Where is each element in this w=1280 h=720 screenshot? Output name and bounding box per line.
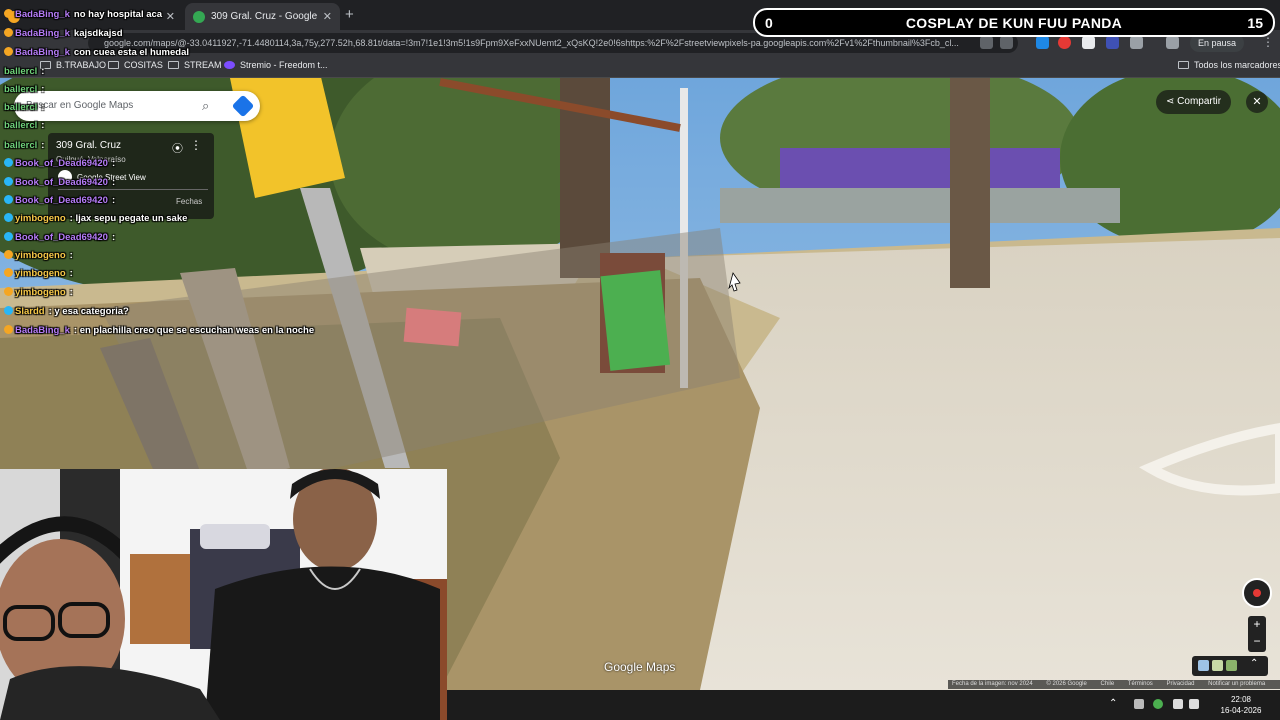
street-view-place-card: 309 Gral. Cruz Quilpué, Valparaíso ⦿ ⋮ G… [48,133,214,219]
tab-title: 309 Gral. Cruz - Google Maps [211,11,319,22]
extension-icon[interactable] [1058,36,1071,49]
tab-close-icon[interactable]: ✕ [323,10,332,23]
bookmark-item[interactable]: B.TRABAJO [40,60,106,70]
extension-icon[interactable] [1036,36,1049,49]
place-name: 309 Gral. Cruz [56,140,122,151]
windows-taskbar: ⌃ [447,690,1280,720]
folder-icon [1178,61,1189,69]
tray-app-icon[interactable] [1134,699,1144,709]
compass-icon[interactable] [1242,578,1272,608]
new-tab-button[interactable]: + [345,6,354,23]
bookmarks-bar: B.TRABAJO COSITAS STREAM Stremio - Freed… [0,56,1280,78]
share-icon: ⋖ [1166,96,1178,107]
terms-link[interactable]: Términos [1128,681,1153,687]
maps-search-input[interactable]: Buscar en Google Maps ⌕ [14,91,260,121]
downloads-icon[interactable] [1166,36,1179,49]
expand-icon[interactable]: ⌃ [1250,658,1258,669]
tab-favicon-icon [8,10,20,23]
network-icon[interactable] [1173,699,1183,709]
extension-icon[interactable] [1106,36,1119,49]
taskbar-clock[interactable]: 22:08 16-04-2026 [1206,694,1276,716]
bookmark-star-icon[interactable] [1000,36,1013,49]
screen: { "browser": { "tabs": [ {"title": "", "… [0,0,1280,720]
map-thumbnail-icon[interactable] [1226,660,1237,671]
browser-tab-active[interactable]: 309 Gral. Cruz - Google Maps ✕ [185,3,340,30]
banner-right-value: 15 [1247,15,1263,31]
bookmark-item[interactable]: Stremio - Freedom t... [224,60,328,70]
folder-icon [168,61,179,69]
report-problem-link[interactable]: Notificar un problema [1208,681,1265,687]
directions-icon[interactable] [231,94,255,118]
search-placeholder: Buscar en Google Maps [26,100,134,111]
folder-icon [40,61,51,69]
bookmark-item[interactable]: STREAM [168,60,222,70]
map-thumbnail-icon[interactable] [1198,660,1209,671]
street-view-source: Google Street View [58,170,146,184]
webcam-image [0,469,447,720]
browser-tab[interactable]: ✕ [0,3,183,30]
search-icon[interactable]: ⌕ [202,91,209,121]
location-pin-icon[interactable]: ⦿ [172,140,183,156]
divider [58,189,208,190]
webcam-feed [0,469,447,720]
microphone-icon[interactable] [1153,699,1163,709]
share-button[interactable]: ⋖ Compartir [1156,90,1232,114]
country-link[interactable]: Chile [1101,681,1115,687]
extensions-puzzle-icon[interactable] [1130,36,1143,49]
privacy-link[interactable]: Privacidad [1166,681,1194,687]
clock-time: 22:08 [1230,695,1252,704]
banner-title: COSPLAY DE KUN FUU PANDA [905,15,1123,31]
zoom-out-button[interactable]: − [1248,633,1266,650]
volume-icon[interactable] [1189,699,1199,709]
folder-icon [108,61,119,69]
clock-date: 16-04-2026 [1220,706,1262,715]
zoom-control: + − [1248,616,1266,652]
stremio-icon [224,61,235,69]
browser-menu-icon[interactable]: ⋮ [1262,35,1274,49]
extension-icon[interactable] [1082,36,1095,49]
tray-chevron-icon[interactable]: ⌃ [1109,698,1117,709]
close-street-view-button[interactable]: ✕ [1246,91,1268,113]
google-maps-watermark: Google Maps [604,660,676,674]
map-thumbnail-icon[interactable] [1212,660,1223,671]
stream-title-banner: 0 COSPLAY DE KUN FUU PANDA 15 [753,8,1275,37]
place-locality: Quilpué, Valparaíso [56,155,126,164]
maps-favicon-icon [193,10,205,23]
zoom-in-button[interactable]: + [1248,616,1266,633]
bookmark-item[interactable]: COSITAS [108,60,163,70]
share-page-icon[interactable] [980,36,993,49]
google-logo-icon [58,170,72,184]
attribution-bar: Fecha de la imagen: nov 2024 © 2026 Goog… [948,680,1280,689]
tab-close-icon[interactable]: ✕ [166,10,175,23]
more-options-icon[interactable]: ⋮ [190,138,202,152]
compass-needle [1253,589,1261,597]
layers-control[interactable]: ⌃ [1192,656,1268,676]
all-bookmarks[interactable]: Todos los marcadores [1178,60,1280,70]
dates-link[interactable]: Fechas [176,197,202,206]
